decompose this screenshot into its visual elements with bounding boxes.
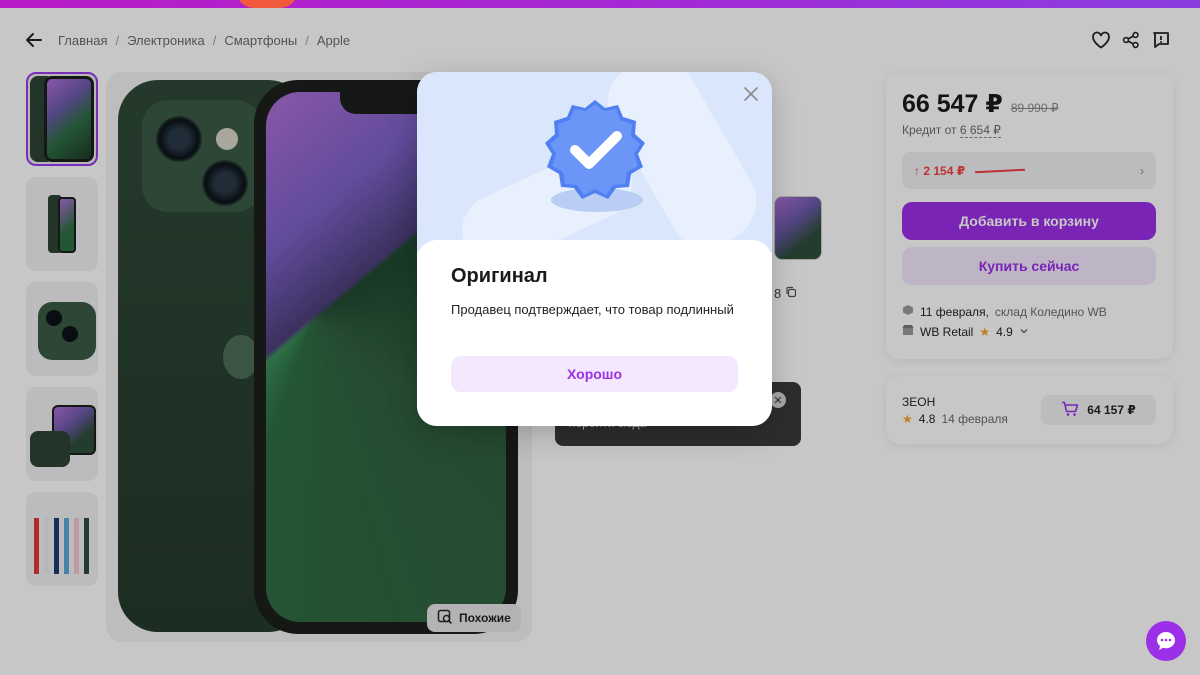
ok-button[interactable]: Хорошо xyxy=(451,356,738,392)
close-icon[interactable] xyxy=(739,82,763,106)
top-strip xyxy=(0,0,1200,8)
original-modal: Оригинал Продавец подтверждает, что това… xyxy=(417,72,772,426)
chat-icon[interactable] xyxy=(1146,621,1186,661)
modal-body: Оригинал Продавец подтверждает, что това… xyxy=(417,240,772,426)
top-strip-blob xyxy=(236,0,298,8)
modal-title: Оригинал xyxy=(451,265,548,287)
modal-illustration xyxy=(417,72,772,252)
modal-text: Продавец подтверждает, что товар подлинн… xyxy=(451,302,734,317)
verified-badge-icon xyxy=(531,94,659,218)
